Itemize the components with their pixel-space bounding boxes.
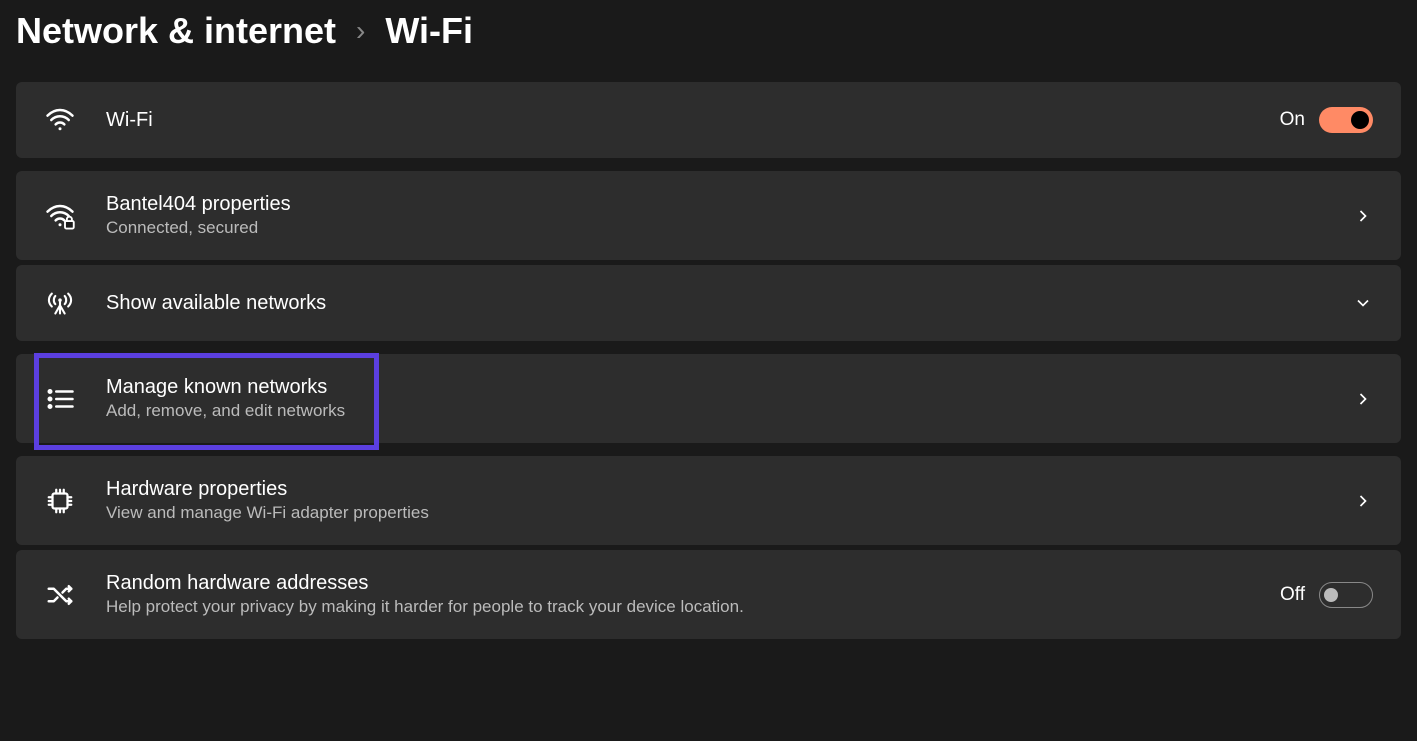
row-end [1353, 389, 1373, 409]
chevron-right-icon: › [356, 15, 365, 47]
network-properties-row[interactable]: Bantel404 properties Connected, secured [16, 171, 1401, 260]
wifi-title: Wi-Fi [106, 109, 1280, 132]
row-end: Off [1280, 582, 1373, 608]
wifi-toggle-row[interactable]: Wi-Fi On [16, 82, 1401, 158]
toggle-knob [1324, 588, 1338, 602]
random-toggle-label: Off [1280, 584, 1305, 606]
row-end [1353, 206, 1373, 226]
wifi-toggle[interactable] [1319, 107, 1373, 133]
row-text: Hardware properties View and manage Wi-F… [106, 478, 1353, 523]
random-hardware-toggle[interactable] [1319, 582, 1373, 608]
row-text: Show available networks [106, 292, 1353, 315]
wifi-icon [44, 104, 76, 136]
show-available-networks-row[interactable]: Show available networks [16, 265, 1401, 341]
hardware-properties-subtitle: View and manage Wi-Fi adapter properties [106, 503, 1353, 523]
chevron-right-icon [1353, 206, 1373, 226]
row-text: Random hardware addresses Help protect y… [106, 572, 1280, 617]
manage-known-subtitle: Add, remove, and edit networks [106, 401, 1353, 421]
row-end: On [1280, 107, 1373, 133]
chevron-down-icon [1353, 293, 1373, 313]
random-hardware-subtitle: Help protect your privacy by making it h… [106, 597, 1280, 617]
hardware-properties-row[interactable]: Hardware properties View and manage Wi-F… [16, 456, 1401, 545]
hardware-properties-title: Hardware properties [106, 478, 1353, 501]
row-text: Manage known networks Add, remove, and e… [106, 376, 1353, 421]
settings-content: Wi-Fi On Bantel404 properties Connected,… [0, 82, 1417, 639]
chevron-right-icon [1353, 389, 1373, 409]
manage-known-title: Manage known networks [106, 376, 1353, 399]
network-properties-subtitle: Connected, secured [106, 218, 1353, 238]
random-hardware-title: Random hardware addresses [106, 572, 1280, 595]
manage-known-networks-row[interactable]: Manage known networks Add, remove, and e… [16, 354, 1401, 443]
row-end [1353, 491, 1373, 511]
shuffle-icon [44, 579, 76, 611]
breadcrumb-current: Wi-Fi [385, 10, 473, 52]
show-available-title: Show available networks [106, 292, 1353, 315]
chip-icon [44, 485, 76, 517]
row-text: Bantel404 properties Connected, secured [106, 193, 1353, 238]
row-end [1353, 293, 1373, 313]
breadcrumb-parent-link[interactable]: Network & internet [16, 10, 336, 52]
random-hardware-row[interactable]: Random hardware addresses Help protect y… [16, 550, 1401, 639]
toggle-knob [1351, 111, 1369, 129]
antenna-icon [44, 287, 76, 319]
chevron-right-icon [1353, 491, 1373, 511]
wifi-toggle-label: On [1280, 109, 1305, 131]
row-text: Wi-Fi [106, 109, 1280, 132]
breadcrumb: Network & internet › Wi-Fi [0, 0, 1417, 82]
list-icon [44, 383, 76, 415]
network-properties-title: Bantel404 properties [106, 193, 1353, 216]
wifi-secured-icon [44, 200, 76, 232]
